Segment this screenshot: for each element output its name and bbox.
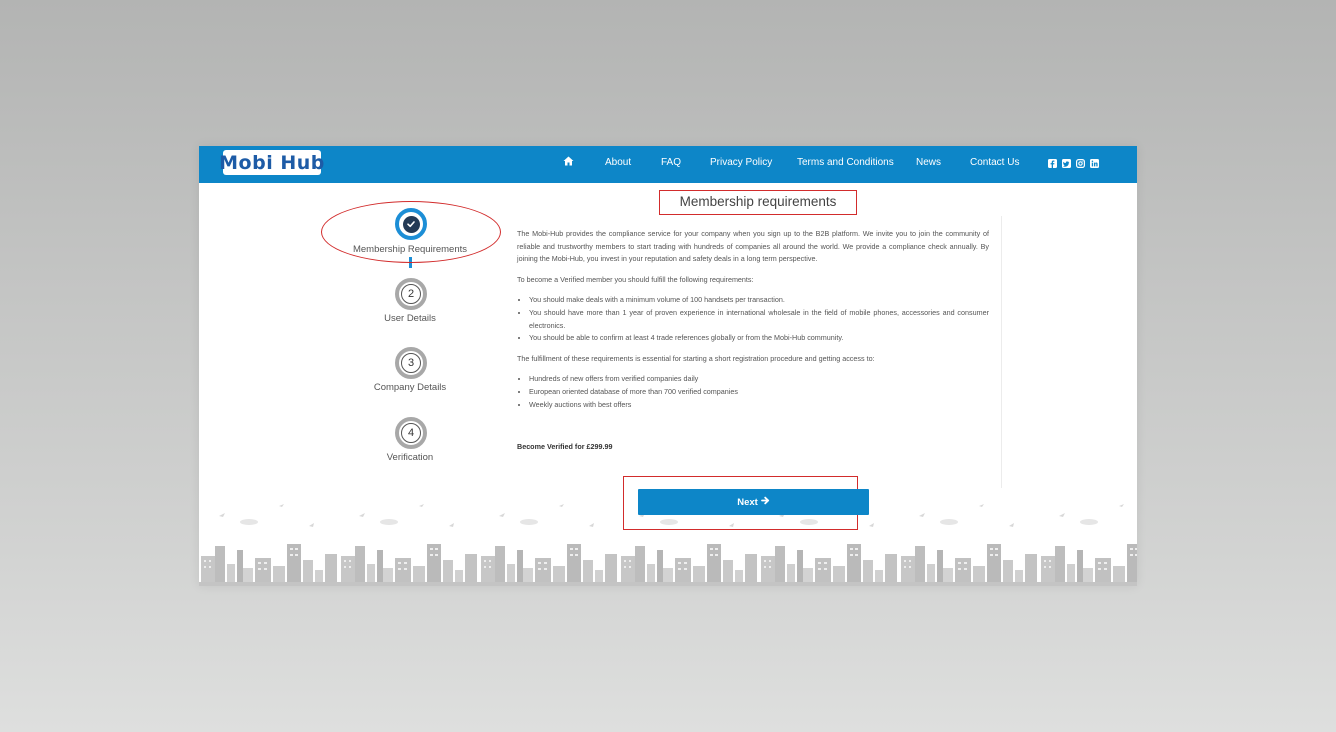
list-item: Weekly auctions with best offers [529,399,989,412]
mobihub-logo[interactable]: Mobi Hub [219,150,324,175]
step-2-circle[interactable]: 2 [395,278,427,310]
benefits-list: Hundreds of new offers from verified com… [517,373,989,411]
verification-price: Become Verified for £299.99 [517,442,613,452]
list-item: You should be able to confirm at least 4… [529,332,989,345]
nav-about[interactable]: About [605,157,631,168]
nav-news[interactable]: News [916,157,941,168]
intro-text: The Mobi-Hub provides the compliance ser… [517,229,989,264]
next-button[interactable]: Next [638,489,869,515]
requirements-list: You should make deals with a minimum vol… [517,294,989,344]
content-divider [1001,216,1002,488]
registration-page: Mobi Hub About FAQ Privacy Policy Terms … [199,146,1137,586]
step-2-number: 2 [401,284,421,304]
requirements-heading: To become a Verified member you should f… [517,274,754,284]
step-3-label: Company Details [373,382,447,393]
step-4-circle[interactable]: 4 [395,417,427,449]
list-item: You should make deals with a minimum vol… [529,294,989,307]
top-navbar: Mobi Hub About FAQ Privacy Policy Terms … [199,146,1137,183]
page-title: Membership requirements [679,194,837,209]
annotation-oval [321,201,501,263]
benefits-heading: The fulfillment of these requirements is… [517,353,875,363]
twitter-icon[interactable] [1061,158,1071,168]
membership-content: The Mobi-Hub provides the compliance ser… [517,228,989,462]
step-3-number: 3 [401,353,421,373]
facebook-icon[interactable] [1047,158,1057,168]
next-label: Next [737,496,758,508]
step-4-label: Verification [386,452,434,463]
arrow-right-icon [760,496,770,508]
list-item: European oriented database of more than … [529,386,989,399]
nav-faq[interactable]: FAQ [661,157,681,168]
nav-terms-and-conditions[interactable]: Terms and Conditions [797,157,894,168]
list-item: Hundreds of new offers from verified com… [529,373,989,386]
list-item: You should have more than 1 year of prov… [529,307,989,332]
instagram-icon[interactable] [1075,158,1085,168]
nav-privacy-policy[interactable]: Privacy Policy [710,157,772,168]
step-3-circle[interactable]: 3 [395,347,427,379]
step-2-label: User Details [384,313,436,324]
linkedin-icon[interactable] [1089,158,1099,168]
home-icon[interactable] [563,156,574,169]
step-4-number: 4 [401,423,421,443]
nav-contact-us[interactable]: Contact Us [970,157,1019,168]
